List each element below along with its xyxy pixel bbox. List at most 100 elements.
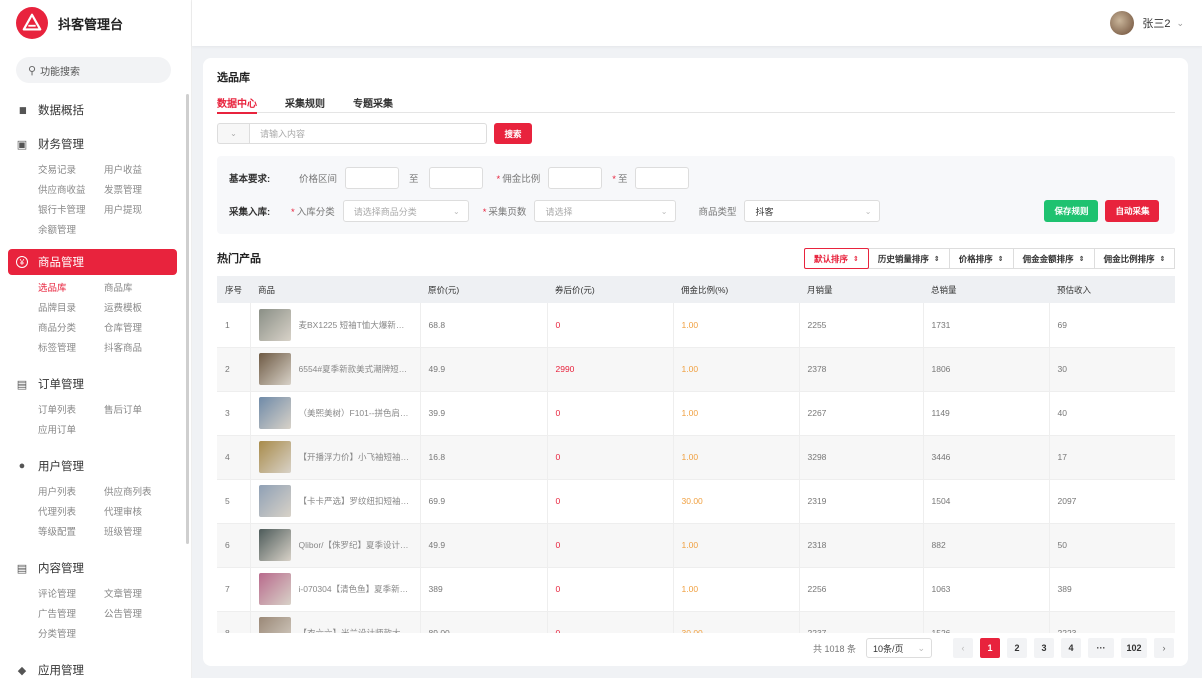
product-thumbnail[interactable] (258, 617, 291, 633)
sort-button[interactable]: 历史销量排序 ⇕ (867, 248, 950, 269)
auto-collect-button[interactable]: 自动采集 (1105, 200, 1160, 222)
category-select[interactable]: 请选择商品分类 ⌄ (342, 200, 469, 222)
sort-button[interactable]: 佣金金额排序 ⇕ (1012, 248, 1095, 269)
table-row[interactable]: 2 6554#夏季新款美式潮牌短袖… 49.9 2990 1.00 2378 1806 30 (217, 347, 1175, 392)
submenu-item[interactable]: 交易记录 (38, 161, 104, 181)
sidebar-scrollbar[interactable] (186, 94, 189, 544)
product-name[interactable]: 【卡卡严选】罗纹纽扣短袖女… (299, 495, 411, 507)
submenu-item[interactable]: 评论管理 (38, 585, 104, 605)
table-row[interactable]: 1 麦BX1225 短袖T恤大爆新款… 68.8 0 1.00 2255 1731 69 (217, 303, 1175, 348)
submenu-item[interactable]: 分类管理 (38, 625, 104, 645)
table-row[interactable]: 6 Qlibor/【侏罗纪】夏季设计… 49.9 0 1.00 2318 882 50 (217, 523, 1175, 568)
product-name[interactable]: 【开播浮力价】小飞袖短袖t… (299, 451, 411, 463)
products-table-wrapper[interactable]: 序号 商品 原价(元) 券后价(元) 佣金比例(%) 月销量 总销量 预估收入 1 麦BX122… (217, 276, 1175, 633)
price-max-input[interactable] (428, 167, 483, 189)
submenu-item[interactable]: 代理审核 (104, 503, 170, 523)
submenu-item[interactable]: 代理列表 (38, 503, 104, 523)
product-name[interactable]: （美熙美树）F101--拼色肩章… (299, 407, 411, 419)
submenu-item[interactable]: 等级配置 (38, 523, 104, 543)
product-cell[interactable]: 【开播浮力价】小飞袖短袖t… (250, 435, 421, 480)
save-rules-button[interactable]: 保存规则 (1044, 200, 1099, 222)
page-size-select[interactable]: 10条/页 ⌄ (866, 638, 932, 658)
submenu-item[interactable]: 公告管理 (104, 605, 170, 625)
page-button[interactable]: 4 (1061, 638, 1081, 658)
page-button[interactable]: 1 (980, 638, 1000, 658)
tab-data-center[interactable]: 数据中心 (217, 95, 257, 114)
submenu-item[interactable]: 售后订单 (104, 401, 170, 421)
tab-topic-collect[interactable]: 专题采集 (353, 95, 393, 113)
table-row[interactable]: 8 【衣六六】米兰设计师款大牌… 89.00 0 30.00 2237 1526 2223 (217, 611, 1175, 633)
submenu-item[interactable]: 供应商列表 (104, 483, 170, 503)
sidebar-item-overview[interactable]: ▮▮ 数据概括 (16, 93, 191, 127)
page-button[interactable]: 102 (1121, 638, 1147, 658)
type-select[interactable]: 抖客 ⌄ (744, 200, 881, 222)
sort-button[interactable]: 佣金比例排序 ⇕ (1093, 248, 1176, 269)
sidebar-item-finance[interactable]: ▣ 财务管理 (16, 127, 191, 161)
product-thumbnail[interactable] (258, 573, 291, 605)
submenu-item[interactable]: 发票管理 (104, 181, 170, 201)
product-cell[interactable]: 【衣六六】米兰设计师款大牌… (250, 611, 421, 633)
commission-max-input[interactable] (635, 167, 690, 189)
sidebar-item-orders[interactable]: ▤ 订单管理 (16, 367, 191, 401)
table-row[interactable]: 7 i-070304【清色鱼】夏季新… 389 0 1.00 2256 1063 389 (217, 567, 1175, 612)
submenu-item[interactable]: 用户提现 (104, 201, 170, 221)
submenu-item[interactable]: 班级管理 (104, 523, 170, 543)
submenu-item[interactable]: 广告管理 (38, 605, 104, 625)
product-cell[interactable]: 【卡卡严选】罗纹纽扣短袖女… (250, 479, 421, 524)
pages-select[interactable]: 请选择 ⌄ (534, 200, 677, 222)
sidebar-item-apps[interactable]: ◆ 应用管理 (16, 653, 191, 678)
product-name[interactable]: Qlibor/【侏罗纪】夏季设计… (299, 539, 411, 551)
price-min-input[interactable] (345, 167, 400, 189)
submenu-item[interactable]: 订单列表 (38, 401, 104, 421)
page-button[interactable]: 2 (1007, 638, 1027, 658)
table-row[interactable]: 3 （美熙美树）F101--拼色肩章… 39.9 0 1.00 2267 1149 40 (217, 391, 1175, 436)
submenu-item[interactable]: 抖客商品 (104, 339, 170, 359)
submenu-item[interactable]: 商品分类 (38, 319, 104, 339)
product-name[interactable]: i-070304【清色鱼】夏季新… (299, 583, 411, 595)
product-name[interactable]: 麦BX1225 短袖T恤大爆新款… (299, 319, 411, 331)
commission-min-input[interactable] (548, 167, 603, 189)
product-cell[interactable]: （美熙美树）F101--拼色肩章… (250, 391, 421, 436)
sidebar-item-content[interactable]: ▤ 内容管理 (16, 551, 191, 585)
submenu-item[interactable]: 余额管理 (38, 221, 104, 241)
product-name[interactable]: 6554#夏季新款美式潮牌短袖… (299, 363, 411, 375)
submenu-item[interactable]: 应用订单 (38, 421, 104, 441)
product-thumbnail[interactable] (258, 308, 291, 341)
submenu-item[interactable]: 商品库 (104, 279, 170, 299)
sort-button[interactable]: 价格排序 ⇕ (948, 248, 1014, 269)
submenu-item[interactable]: 文章管理 (104, 585, 170, 605)
submenu-item[interactable]: 用户收益 (104, 161, 170, 181)
submenu-item[interactable]: 仓库管理 (104, 319, 170, 339)
tab-collect-rules[interactable]: 采集规则 (285, 95, 325, 113)
submenu-item[interactable]: 运费模板 (104, 299, 170, 319)
sort-button[interactable]: 默认排序 ⇕ (804, 248, 869, 269)
product-cell[interactable]: Qlibor/【侏罗纪】夏季设计… (250, 523, 421, 568)
avatar[interactable] (1110, 11, 1135, 35)
table-row[interactable]: 4 【开播浮力价】小飞袖短袖t… 16.8 0 1.00 3298 3446 17 (217, 435, 1175, 480)
submenu-item[interactable]: 用户列表 (38, 483, 104, 503)
product-cell[interactable]: i-070304【清色鱼】夏季新… (250, 567, 421, 612)
page-button[interactable]: 3 (1034, 638, 1054, 658)
search-input[interactable]: 请输入内容 (249, 123, 487, 144)
submenu-item[interactable]: 供应商收益 (38, 181, 104, 201)
product-name[interactable]: 【衣六六】米兰设计师款大牌… (299, 627, 411, 633)
submenu-item[interactable]: 品牌目录 (38, 299, 104, 319)
prev-page-button[interactable]: ‹ (953, 638, 973, 658)
product-cell[interactable]: 麦BX1225 短袖T恤大爆新款… (250, 303, 421, 348)
sidebar-item-users[interactable]: ● 用户管理 (16, 449, 191, 483)
submenu-item[interactable]: 银行卡管理 (38, 201, 104, 221)
function-search[interactable]: ⚲ 功能搜索 (16, 57, 171, 83)
product-thumbnail[interactable] (258, 485, 291, 517)
submenu-item[interactable]: 标签管理 (38, 339, 104, 359)
user-menu[interactable]: 张三2 ⌄ (1110, 11, 1184, 35)
product-thumbnail[interactable] (258, 397, 291, 429)
product-thumbnail[interactable] (258, 353, 291, 385)
search-type-select[interactable]: ⌄ (217, 123, 249, 144)
product-thumbnail[interactable] (258, 441, 291, 473)
next-page-button[interactable]: › (1154, 638, 1174, 658)
page-ellipsis[interactable]: ··· (1088, 638, 1114, 658)
submenu-item[interactable]: 选品库 (38, 279, 104, 299)
product-thumbnail[interactable] (258, 529, 291, 561)
product-cell[interactable]: 6554#夏季新款美式潮牌短袖… (250, 347, 421, 392)
table-row[interactable]: 5 【卡卡严选】罗纹纽扣短袖女… 69.9 0 30.00 2319 1504 2097 (217, 479, 1175, 524)
